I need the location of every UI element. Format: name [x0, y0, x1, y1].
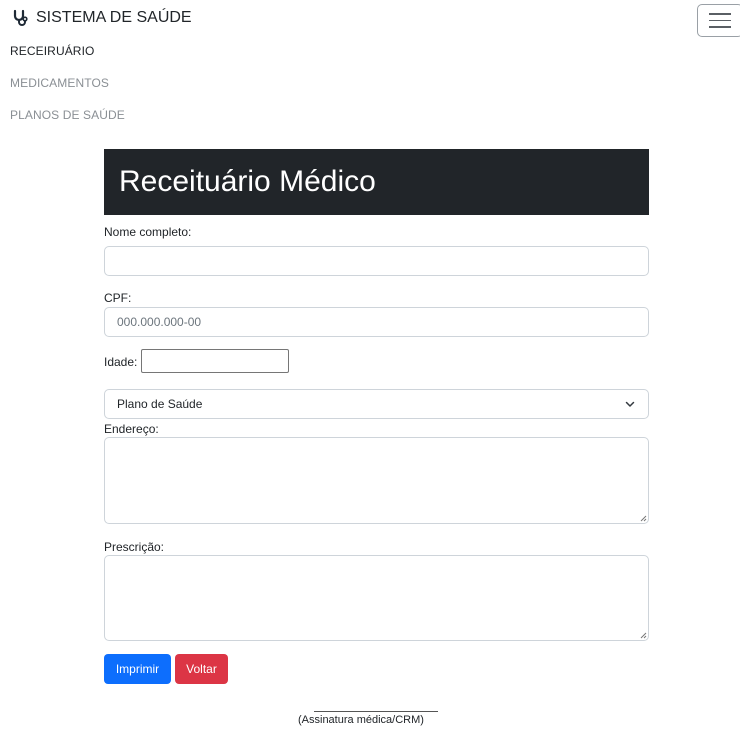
page-title: Receituário Médico [104, 149, 649, 215]
stethoscope-icon [13, 9, 28, 26]
nav-link-planos-de-saude[interactable]: PLANOS DE SAÚDE [10, 108, 125, 122]
navbar: SISTEMA DE SAÚDE RECEIRUÁRIO MEDICAMENTO… [0, 0, 740, 130]
voltar-button[interactable]: Voltar [175, 654, 228, 684]
nome-label: Nome completo: [104, 225, 192, 239]
prescricao-textarea[interactable] [104, 555, 649, 641]
imprimir-button[interactable]: Imprimir [104, 654, 171, 684]
endereco-label: Endereço: [104, 422, 159, 436]
signature-caption: (Assinatura médica/CRM) [298, 714, 424, 726]
idade-input[interactable] [141, 349, 289, 373]
navbar-brand[interactable]: SISTEMA DE SAÚDE [12, 9, 192, 27]
cpf-input[interactable] [104, 307, 649, 337]
chevron-down-icon [625, 401, 635, 407]
navbar-toggler-button[interactable] [697, 4, 740, 37]
plano-selected-value: Plano de Saúde [117, 397, 203, 411]
resize-grip-icon[interactable] [639, 514, 647, 522]
cpf-label: CPF: [104, 291, 132, 305]
resize-grip-icon[interactable] [639, 631, 647, 639]
nav-link-medicamentos[interactable]: MEDICAMENTOS [10, 76, 109, 90]
nome-completo-input[interactable] [104, 246, 649, 276]
nav-link-receituario[interactable]: RECEIRUÁRIO [10, 44, 94, 58]
hamburger-menu-icon [709, 13, 731, 15]
plano-de-saude-select[interactable]: Plano de Saúde [104, 389, 649, 419]
prescricao-label: Prescrição: [104, 540, 165, 554]
idade-label: Idade: [104, 355, 138, 369]
endereco-textarea[interactable] [104, 437, 649, 524]
signature-line [314, 711, 438, 712]
brand-label: SISTEMA DE SAÚDE [36, 9, 192, 26]
